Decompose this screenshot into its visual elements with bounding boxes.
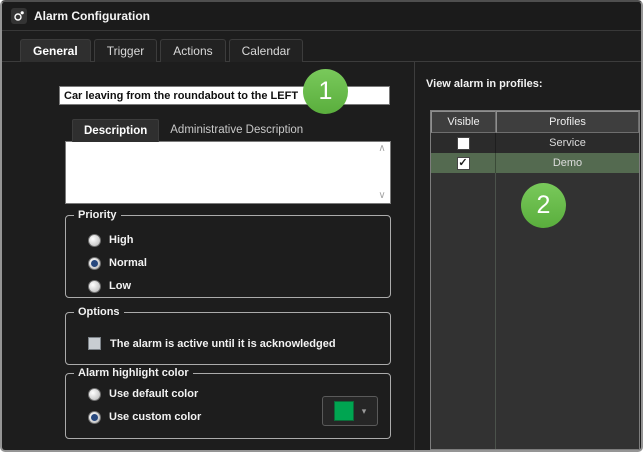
annotation-step-1: 1 [303, 69, 348, 114]
radio-normal[interactable] [88, 256, 101, 270]
annotation-step-2: 2 [521, 183, 566, 228]
demo-visible-checkbox[interactable]: ✓ [456, 156, 470, 170]
chevron-down-icon: ▾ [361, 405, 367, 416]
title-bar: Alarm Configuration [2, 2, 641, 31]
table-column-divider [495, 173, 496, 449]
radio-normal-label[interactable]: Normal [109, 257, 147, 269]
acknowledge-checkbox[interactable] [88, 337, 101, 350]
table-row-demo[interactable]: ✓ Demo [431, 153, 639, 173]
radio-low[interactable] [88, 279, 101, 293]
radio-custom-color[interactable] [88, 410, 101, 424]
tab-general[interactable]: General [20, 39, 91, 62]
main-tab-bar: General Trigger Actions Calendar [20, 39, 304, 62]
column-header-visible: Visible [431, 111, 496, 133]
service-visible-cell [431, 133, 496, 153]
alarm-highlight-color-group: Alarm highlight color Use default color … [65, 366, 391, 439]
radio-default-color[interactable] [88, 387, 101, 401]
description-textarea[interactable] [66, 142, 374, 203]
table-row-service[interactable]: Service [431, 133, 639, 153]
acknowledge-option[interactable]: The alarm is active until it is acknowle… [88, 337, 390, 350]
description-tab-bar: Description Administrative Description [72, 119, 314, 142]
profiles-table: Visible Profiles Service ✓ Demo [430, 110, 640, 450]
priority-group: Priority High Normal Low [65, 208, 391, 298]
tab-calendar[interactable]: Calendar [228, 39, 304, 62]
scroll-down-icon[interactable]: ∨ [378, 191, 385, 201]
window-title: Alarm Configuration [34, 9, 150, 23]
tab-actions[interactable]: Actions [160, 39, 226, 62]
options-legend: Options [74, 305, 124, 320]
options-group: Options The alarm is active until it is … [65, 305, 391, 365]
tab-description[interactable]: Description [72, 119, 160, 142]
tab-trigger[interactable]: Trigger [93, 39, 158, 62]
color-swatch[interactable] [333, 401, 354, 421]
tab-administrative-description[interactable]: Administrative Description [159, 119, 314, 141]
radio-custom-color-label[interactable]: Use custom color [109, 411, 201, 423]
service-profile-name[interactable]: Service [496, 137, 639, 149]
radio-default-color-label[interactable]: Use default color [109, 388, 198, 400]
scroll-up-icon[interactable]: ∧ [378, 144, 385, 154]
panel-splitter [414, 62, 415, 450]
radio-high-label[interactable]: High [109, 234, 133, 246]
acknowledge-label[interactable]: The alarm is active until it is acknowle… [110, 338, 336, 350]
priority-normal-option[interactable]: Normal [88, 256, 390, 270]
alarm-configuration-window: Alarm Configuration General Trigger Acti… [0, 0, 643, 452]
priority-legend: Priority [74, 208, 121, 223]
description-field-wrapper: ∧ ∨ [65, 141, 391, 204]
gear-icon [11, 8, 27, 24]
demo-profile-name[interactable]: Demo [496, 157, 639, 169]
description-scrollbar[interactable]: ∧ ∨ [374, 142, 390, 203]
highlight-color-legend: Alarm highlight color [74, 366, 193, 381]
profiles-panel-label: View alarm in profiles: [426, 78, 543, 90]
priority-low-option[interactable]: Low [88, 279, 390, 293]
column-header-profiles: Profiles [496, 111, 639, 133]
service-visible-checkbox[interactable] [456, 136, 470, 150]
profiles-table-header: Visible Profiles [431, 111, 639, 133]
custom-color-dropdown[interactable]: ▾ [322, 396, 378, 426]
priority-high-option[interactable]: High [88, 233, 390, 247]
radio-low-label[interactable]: Low [109, 280, 131, 292]
radio-high[interactable] [88, 233, 101, 247]
demo-visible-cell: ✓ [431, 153, 496, 173]
